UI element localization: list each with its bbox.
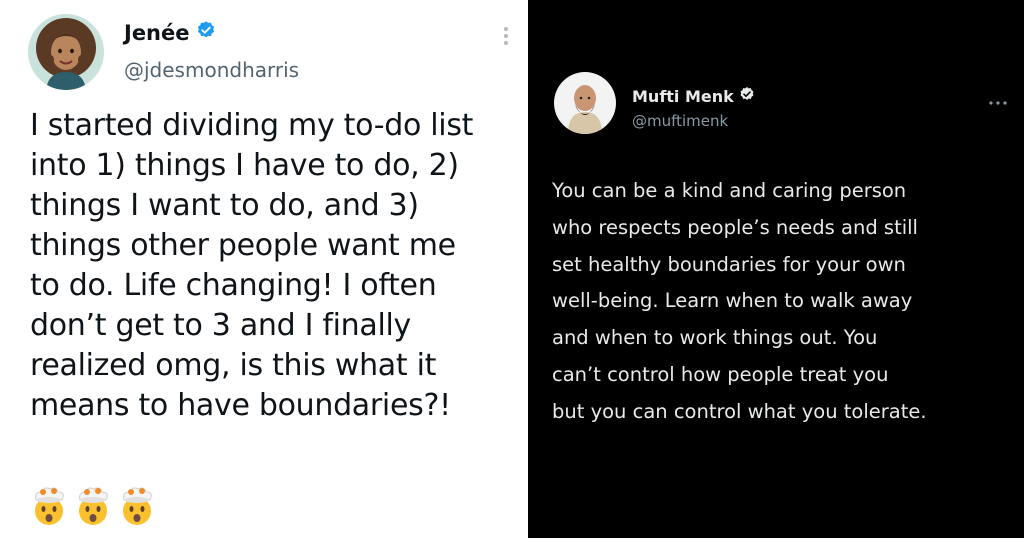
tweet-text-line: I started dividing my to-do list xyxy=(30,108,474,143)
verified-badge-icon xyxy=(196,20,216,45)
author-name[interactable]: Mufti Menk xyxy=(632,87,734,106)
tweet-text-line: means to have boundaries?! xyxy=(30,388,451,423)
exploding-head-emoji-icon xyxy=(30,486,68,530)
avatar[interactable] xyxy=(554,72,616,134)
author-name-row[interactable]: Jenée xyxy=(124,20,216,45)
tweet-text-line: to do. Life changing! I often xyxy=(30,268,437,303)
tweet-text: You can be a kind and caring person who … xyxy=(552,173,1016,431)
author-handle[interactable]: @jdesmondharris xyxy=(124,58,299,82)
tweet-text-line: but you can control what you tolerate. xyxy=(552,399,927,423)
tweet-text-line: realized omg, is this what it xyxy=(30,348,437,383)
tweet-text-line: who respects people’s needs and still xyxy=(552,215,918,239)
author-handle[interactable]: @muftimenk xyxy=(632,112,728,130)
more-options-icon[interactable] xyxy=(500,24,512,48)
tweet-text-line: things other people want me xyxy=(30,228,456,263)
screenshot-collage: Jenée @jdesmondharris I started dividing… xyxy=(0,0,1024,538)
avatar[interactable] xyxy=(28,14,104,90)
tweet-text-line: and when to work things out. You xyxy=(552,326,878,350)
tweet-text-line: set healthy boundaries for your own xyxy=(552,252,906,276)
verified-badge-icon xyxy=(739,86,755,106)
more-options-icon[interactable] xyxy=(988,92,1008,105)
emoji-row xyxy=(30,486,156,530)
tweet-text-line: don’t get to 3 and I finally xyxy=(30,308,411,343)
exploding-head-emoji-icon xyxy=(74,486,112,530)
tweet-text-line: You can be a kind and caring person xyxy=(552,179,907,202)
author-name[interactable]: Jenée xyxy=(124,21,190,45)
tweet-card-mufti-menk: Mufti Menk @muftimenk You can be a kind … xyxy=(528,0,1024,538)
tweet-text-line: into 1) things I have to do, 2) xyxy=(30,148,459,183)
tweet-text-line: well-being. Learn when to walk away xyxy=(552,289,913,313)
tweet-card-jenee: Jenée @jdesmondharris I started dividing… xyxy=(0,0,528,538)
tweet-text-line: can’t control how people treat you xyxy=(552,362,889,386)
author-name-row[interactable]: Mufti Menk xyxy=(632,86,755,106)
tweet-text-line: things I want to do, and 3) xyxy=(30,188,419,223)
tweet-text: I started dividing my to-do list into 1)… xyxy=(30,106,520,426)
exploding-head-emoji-icon xyxy=(118,486,156,530)
